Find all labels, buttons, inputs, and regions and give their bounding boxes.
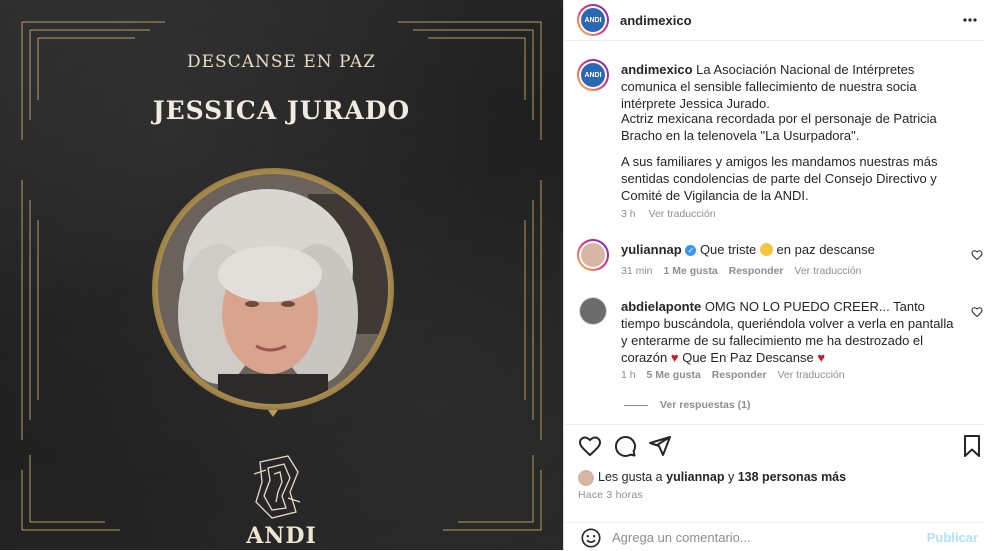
comment-reply-button[interactable]: Responder — [729, 265, 784, 277]
comment-like-heart-icon[interactable] — [971, 306, 983, 318]
emoji-smiley-icon[interactable] — [580, 527, 602, 549]
view-replies-button[interactable]: Ver respuestas (1) — [660, 399, 750, 411]
publish-button[interactable]: Publicar — [927, 530, 978, 545]
comment-text-tail: Que En Paz Descanse — [682, 350, 814, 365]
liker-avatar[interactable] — [578, 470, 594, 486]
replies-divider — [624, 405, 648, 406]
caption-meta: 3 h Ver traducción — [621, 208, 716, 220]
comment-abdielaponte: abdielaponte OMG NO LO PUEDO CREER... Ta… — [621, 298, 961, 366]
post-image[interactable]: DESCANSE EN PAZ JESSICA JURADO ANDI — [0, 0, 563, 550]
caption-username[interactable]: andimexico — [621, 62, 693, 77]
deceased-name: JESSICA JURADO — [152, 96, 411, 125]
caption-time: 3 h — [621, 208, 636, 220]
post-side-panel: ANDI andimexico ANDI andimexico La Asoci… — [563, 0, 984, 550]
comment-reply-button[interactable]: Responder — [712, 369, 767, 381]
comment-yuliannap: yuliannap ✓ Que triste en paz descanse — [621, 241, 951, 258]
comment-see-translation[interactable]: Ver traducción — [777, 369, 844, 381]
save-bookmark-icon[interactable] — [960, 434, 984, 458]
likes-summary: Les gusta a yuliannap y 138 personas más — [598, 470, 846, 484]
likes-user[interactable]: yuliannap — [666, 470, 724, 484]
comment-meta: 31 min 1 Me gusta Responder Ver traducci… — [621, 265, 862, 277]
comment-username[interactable]: abdielaponte — [621, 299, 701, 314]
red-heart-emoji-icon: ♥ — [670, 350, 679, 365]
likes-others[interactable]: 138 personas más — [738, 470, 846, 484]
verified-badge-icon: ✓ — [685, 245, 697, 257]
more-horizontal-icon[interactable] — [963, 14, 977, 26]
andi-logo-text: ANDI — [246, 523, 317, 549]
comment-like-heart-icon[interactable] — [971, 249, 983, 261]
comment-avatar-abdielaponte[interactable] — [579, 297, 607, 325]
comment-time: 31 min — [621, 265, 653, 277]
triangle-ornament-icon — [268, 410, 278, 417]
comment-meta: 1 h 5 Me gusta Responder Ver traducción — [621, 369, 845, 381]
comment-bubble-icon[interactable] — [613, 434, 637, 458]
comment-avatar-yuliannap[interactable] — [577, 239, 609, 271]
caption-see-translation[interactable]: Ver traducción — [649, 208, 716, 220]
comment-see-translation[interactable]: Ver traducción — [794, 265, 861, 277]
comment-text-tail: en paz descanse — [776, 242, 875, 257]
comment-time: 1 h — [621, 369, 636, 381]
sad-face-emoji-icon — [759, 243, 773, 256]
post-time: Hace 3 horas — [578, 489, 643, 501]
caption-text: andimexico La Asociación Nacional de Int… — [621, 61, 973, 112]
caption-avatar[interactable]: ANDI — [577, 59, 609, 91]
likes-connector: y — [727, 470, 735, 484]
comment-text: Que triste — [699, 242, 757, 257]
comment-username[interactable]: yuliannap — [621, 242, 682, 257]
caption-paragraph-3: A sus familiares y amigos les mandamos n… — [621, 154, 938, 203]
portrait-photo — [158, 174, 388, 404]
likes-prefix: Les gusta a — [598, 470, 663, 484]
action-divider — [564, 424, 984, 425]
comment-input[interactable]: Agrega un comentario... — [612, 530, 751, 545]
caption-paragraph-2: Actriz mexicana recordada por el persona… — [621, 111, 937, 143]
red-heart-emoji-icon: ♥ — [817, 350, 826, 365]
author-username[interactable]: andimexico — [620, 13, 692, 28]
author-avatar[interactable]: ANDI — [577, 4, 609, 36]
rip-title: DESCANSE EN PAZ — [187, 52, 376, 72]
share-send-icon[interactable] — [648, 434, 672, 458]
post-header: ANDI andimexico — [564, 0, 984, 41]
comment-likes[interactable]: 5 Me gusta — [647, 369, 701, 381]
comment-likes[interactable]: 1 Me gusta — [663, 265, 717, 277]
like-heart-icon[interactable] — [578, 434, 602, 458]
